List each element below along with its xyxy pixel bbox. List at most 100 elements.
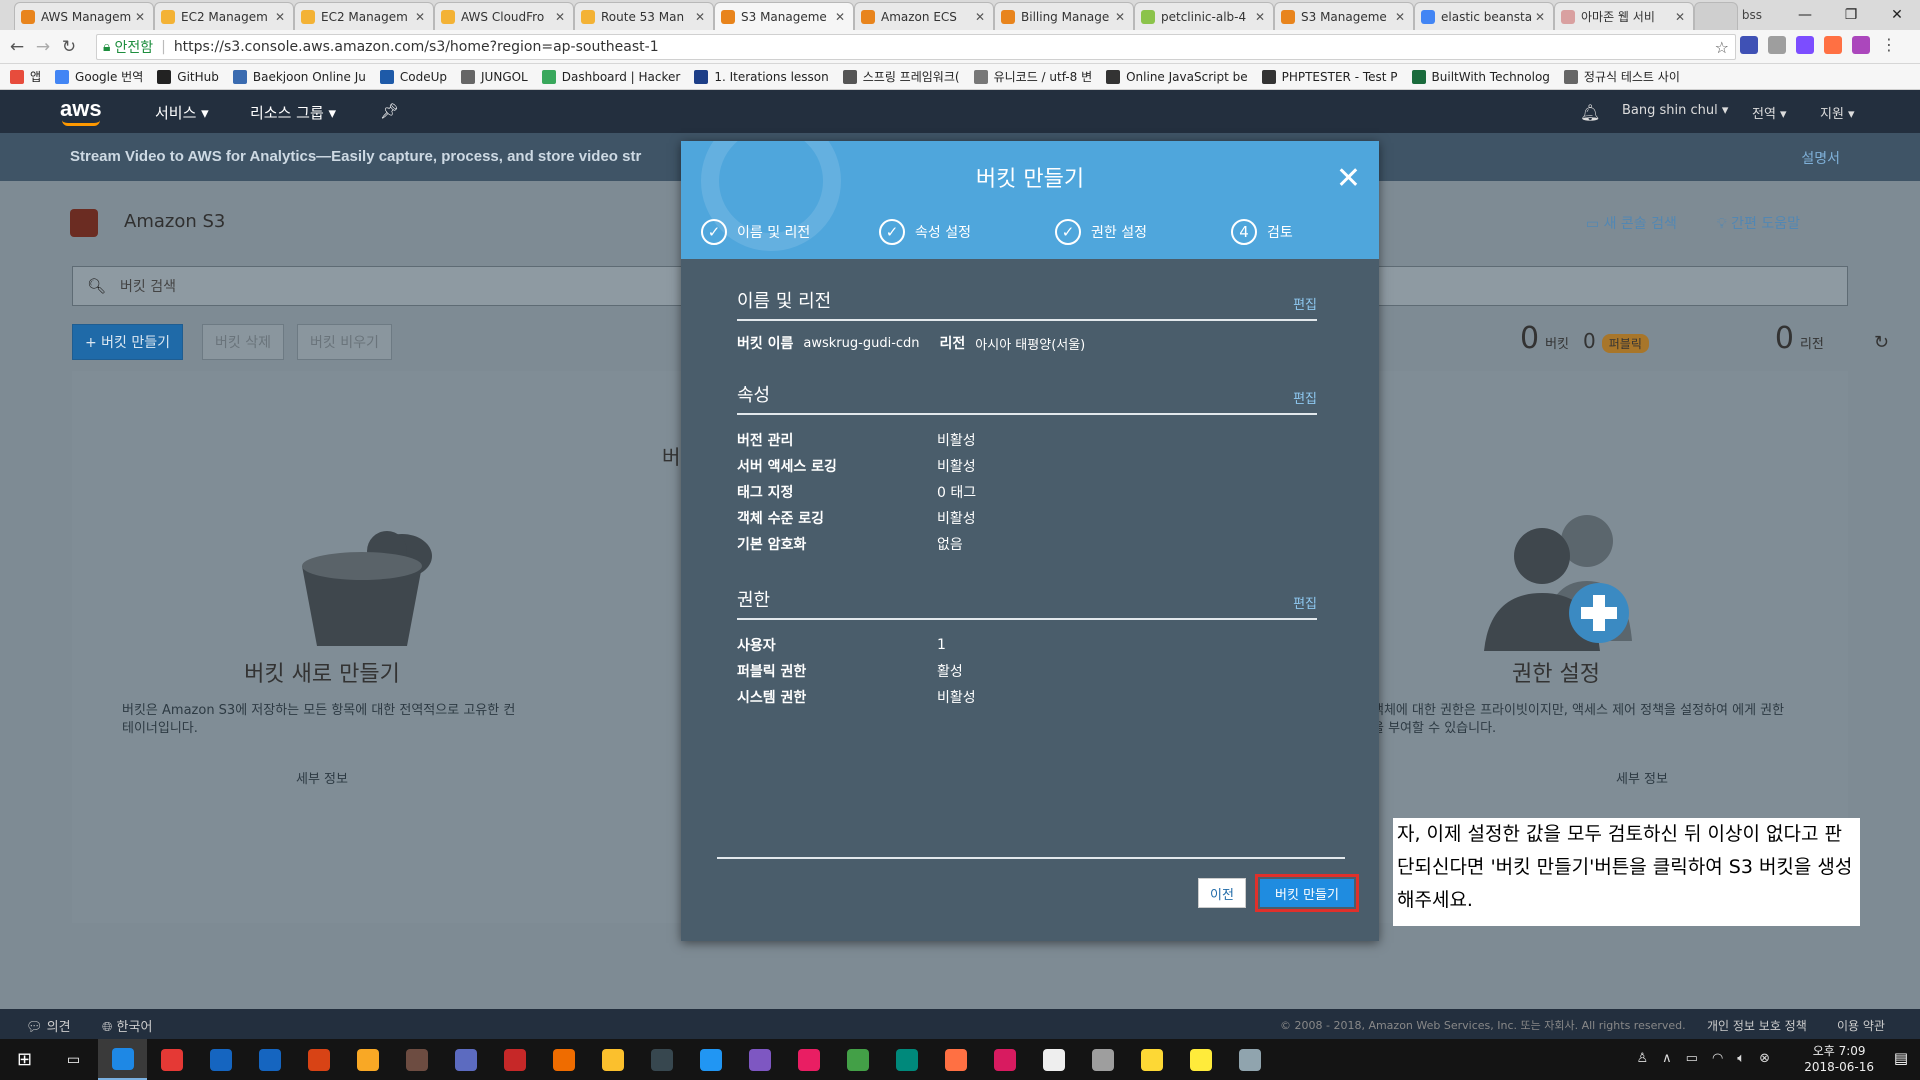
browser-tab[interactable]: Route 53 Man ✕ xyxy=(574,2,714,30)
terms-link[interactable]: 이용 약관 xyxy=(1837,1017,1885,1034)
menu-icon[interactable]: ⋮ xyxy=(1880,36,1898,54)
ime-icon[interactable]: ⊗ xyxy=(1759,1051,1770,1066)
feature-more-link[interactable]: 세부 정보 xyxy=(122,768,522,787)
edit-link[interactable]: 편집 xyxy=(1293,294,1317,313)
taskbar-app-icon[interactable] xyxy=(735,1039,784,1080)
taskbar-app-icon[interactable] xyxy=(833,1039,882,1080)
taskbar-app-icon[interactable] xyxy=(686,1039,735,1080)
url-input[interactable]: 🔒︎ 안전함 | https://s3.console.aws.amazon.c… xyxy=(96,34,1736,60)
notification-icon[interactable]: ▤ xyxy=(1894,1049,1908,1067)
start-icon[interactable]: ⊞ xyxy=(0,1039,49,1080)
taskbar-app-icon[interactable] xyxy=(490,1039,539,1080)
aws-logo[interactable]: aws xyxy=(60,96,102,126)
taskbar-app-icon[interactable] xyxy=(392,1039,441,1080)
extension-icon[interactable] xyxy=(1768,36,1786,54)
reload-icon[interactable]: ↻ xyxy=(56,37,82,57)
browser-tab[interactable]: AWS CloudFro ✕ xyxy=(434,2,574,30)
taskbar-app-icon[interactable] xyxy=(441,1039,490,1080)
resource-groups-menu[interactable]: 리소스 그룹 ▾ xyxy=(250,102,336,123)
extension-icon[interactable] xyxy=(1740,36,1758,54)
volume-icon[interactable]: 🔈︎ xyxy=(1737,1051,1745,1066)
support-menu[interactable]: 지원 ▾ xyxy=(1820,103,1855,122)
pin-icon[interactable]: 📌︎ xyxy=(380,102,399,120)
taskbar-app-icon[interactable] xyxy=(196,1039,245,1080)
browser-tab[interactable]: AWS Managem ✕ xyxy=(14,2,154,30)
bookmark-item[interactable]: Baekjoon Online Ju xyxy=(232,69,366,84)
close-tab-icon[interactable]: ✕ xyxy=(413,10,427,24)
battery-icon[interactable]: ▭ xyxy=(1686,1051,1698,1066)
quick-help-link[interactable]: 💡︎ 간편 도움말 xyxy=(1717,213,1800,233)
previous-button[interactable]: 이전 xyxy=(1198,878,1246,908)
taskbar-app-icon[interactable] xyxy=(245,1039,294,1080)
bookmark-item[interactable]: CodeUp xyxy=(379,69,447,84)
browser-tab[interactable]: S3 Manageme ✕ xyxy=(714,2,854,30)
minimize-button[interactable]: — xyxy=(1782,7,1828,23)
back-icon[interactable]: ← xyxy=(4,37,30,57)
close-tab-icon[interactable]: ✕ xyxy=(1533,10,1547,24)
services-menu[interactable]: 서비스 ▾ xyxy=(155,102,209,123)
browser-tab[interactable]: Billing Manage ✕ xyxy=(994,2,1134,30)
taskbar-app-icon[interactable] xyxy=(1127,1039,1176,1080)
profile-name[interactable]: bss xyxy=(1692,8,1782,22)
taskbar-app-icon[interactable] xyxy=(1225,1039,1274,1080)
close-tab-icon[interactable]: ✕ xyxy=(1253,10,1267,24)
close-tab-icon[interactable]: ✕ xyxy=(273,10,287,24)
clock[interactable]: 오후 7:09 2018-06-16 xyxy=(1804,1043,1874,1075)
close-window-button[interactable]: ✕ xyxy=(1874,7,1920,23)
people-icon[interactable]: ♙ xyxy=(1636,1051,1648,1066)
empty-bucket-button[interactable]: 버킷 비우기 xyxy=(297,324,392,360)
taskbar-app-icon[interactable] xyxy=(637,1039,686,1080)
bookmark-item[interactable]: GitHub xyxy=(157,69,219,84)
close-tab-icon[interactable]: ✕ xyxy=(553,10,567,24)
delete-bucket-button[interactable]: 버킷 삭제 xyxy=(202,324,284,360)
create-bucket-button[interactable]: + 버킷 만들기 xyxy=(72,324,184,360)
taskbar-app-icon[interactable] xyxy=(882,1039,931,1080)
region-menu[interactable]: 전역 ▾ xyxy=(1752,103,1787,122)
privacy-link[interactable]: 개인 정보 보호 정책 xyxy=(1707,1017,1807,1034)
user-menu[interactable]: Bang shin chul ▾ xyxy=(1622,103,1728,118)
browser-tab[interactable]: S3 Manageme ✕ xyxy=(1274,2,1414,30)
bell-icon[interactable]: 🔔︎ xyxy=(1580,103,1600,122)
language-selector[interactable]: 🌐︎ 한국어 xyxy=(102,1016,152,1035)
extension-icon[interactable] xyxy=(1824,36,1842,54)
bookmark-item[interactable]: 앱 xyxy=(10,68,41,85)
step-permissions[interactable]: ✓ 권한 설정 xyxy=(1055,219,1147,245)
edit-link[interactable]: 편집 xyxy=(1293,593,1317,612)
step-properties[interactable]: ✓ 속성 설정 xyxy=(879,219,971,245)
discover-console-link[interactable]: ▭ 새 콘솔 검색 xyxy=(1586,213,1677,233)
documentation-link[interactable]: 설명서 xyxy=(1801,148,1840,168)
refresh-icon[interactable]: ↻ xyxy=(1874,332,1889,353)
taskbar-app-icon[interactable] xyxy=(294,1039,343,1080)
bookmark-item[interactable]: 스프링 프레임워크( xyxy=(842,68,960,85)
task-view-icon[interactable]: ▭ xyxy=(49,1039,98,1080)
feedback-link[interactable]: 💬︎ 의견 xyxy=(26,1016,71,1035)
bookmark-item[interactable]: BuiltWith Technolog xyxy=(1411,69,1550,84)
edit-link[interactable]: 편집 xyxy=(1293,388,1317,407)
taskbar-app-icon[interactable] xyxy=(588,1039,637,1080)
bookmark-item[interactable]: PHPTESTER - Test P xyxy=(1261,69,1398,84)
taskbar-app-icon[interactable] xyxy=(539,1039,588,1080)
bookmark-item[interactable]: JUNGOL xyxy=(461,69,528,84)
close-tab-icon[interactable]: ✕ xyxy=(973,10,987,24)
close-icon[interactable]: ✕ xyxy=(1336,164,1361,194)
forward-icon[interactable]: → xyxy=(30,37,56,57)
bookmark-item[interactable]: 1. Iterations lesson xyxy=(694,69,829,84)
browser-tab[interactable]: EC2 Managem ✕ xyxy=(294,2,434,30)
close-tab-icon[interactable]: ✕ xyxy=(1393,10,1407,24)
taskbar-app-icon[interactable] xyxy=(1176,1039,1225,1080)
taskbar-app-icon[interactable] xyxy=(1029,1039,1078,1080)
step-name-region[interactable]: ✓ 이름 및 리전 xyxy=(701,219,810,245)
taskbar-app-icon[interactable] xyxy=(784,1039,833,1080)
close-tab-icon[interactable]: ✕ xyxy=(1113,10,1127,24)
tray-arrow-icon[interactable]: ∧ xyxy=(1662,1051,1672,1066)
close-tab-icon[interactable]: ✕ xyxy=(1673,10,1687,24)
banner-text[interactable]: Stream Video to AWS for Analytics—Easily… xyxy=(70,148,641,165)
extension-icon[interactable] xyxy=(1796,36,1814,54)
bookmark-item[interactable]: 유니코드 / utf-8 변 xyxy=(973,68,1092,85)
close-tab-icon[interactable]: ✕ xyxy=(693,10,707,24)
close-tab-icon[interactable]: ✕ xyxy=(133,10,147,24)
bookmark-item[interactable]: 정규식 테스트 사이 xyxy=(1563,68,1680,85)
bookmark-star-icon[interactable]: ☆ xyxy=(1715,38,1729,57)
browser-tab[interactable]: petclinic-alb-4 ✕ xyxy=(1134,2,1274,30)
browser-tab[interactable]: 아마존 웹 서비 ✕ xyxy=(1554,2,1694,30)
